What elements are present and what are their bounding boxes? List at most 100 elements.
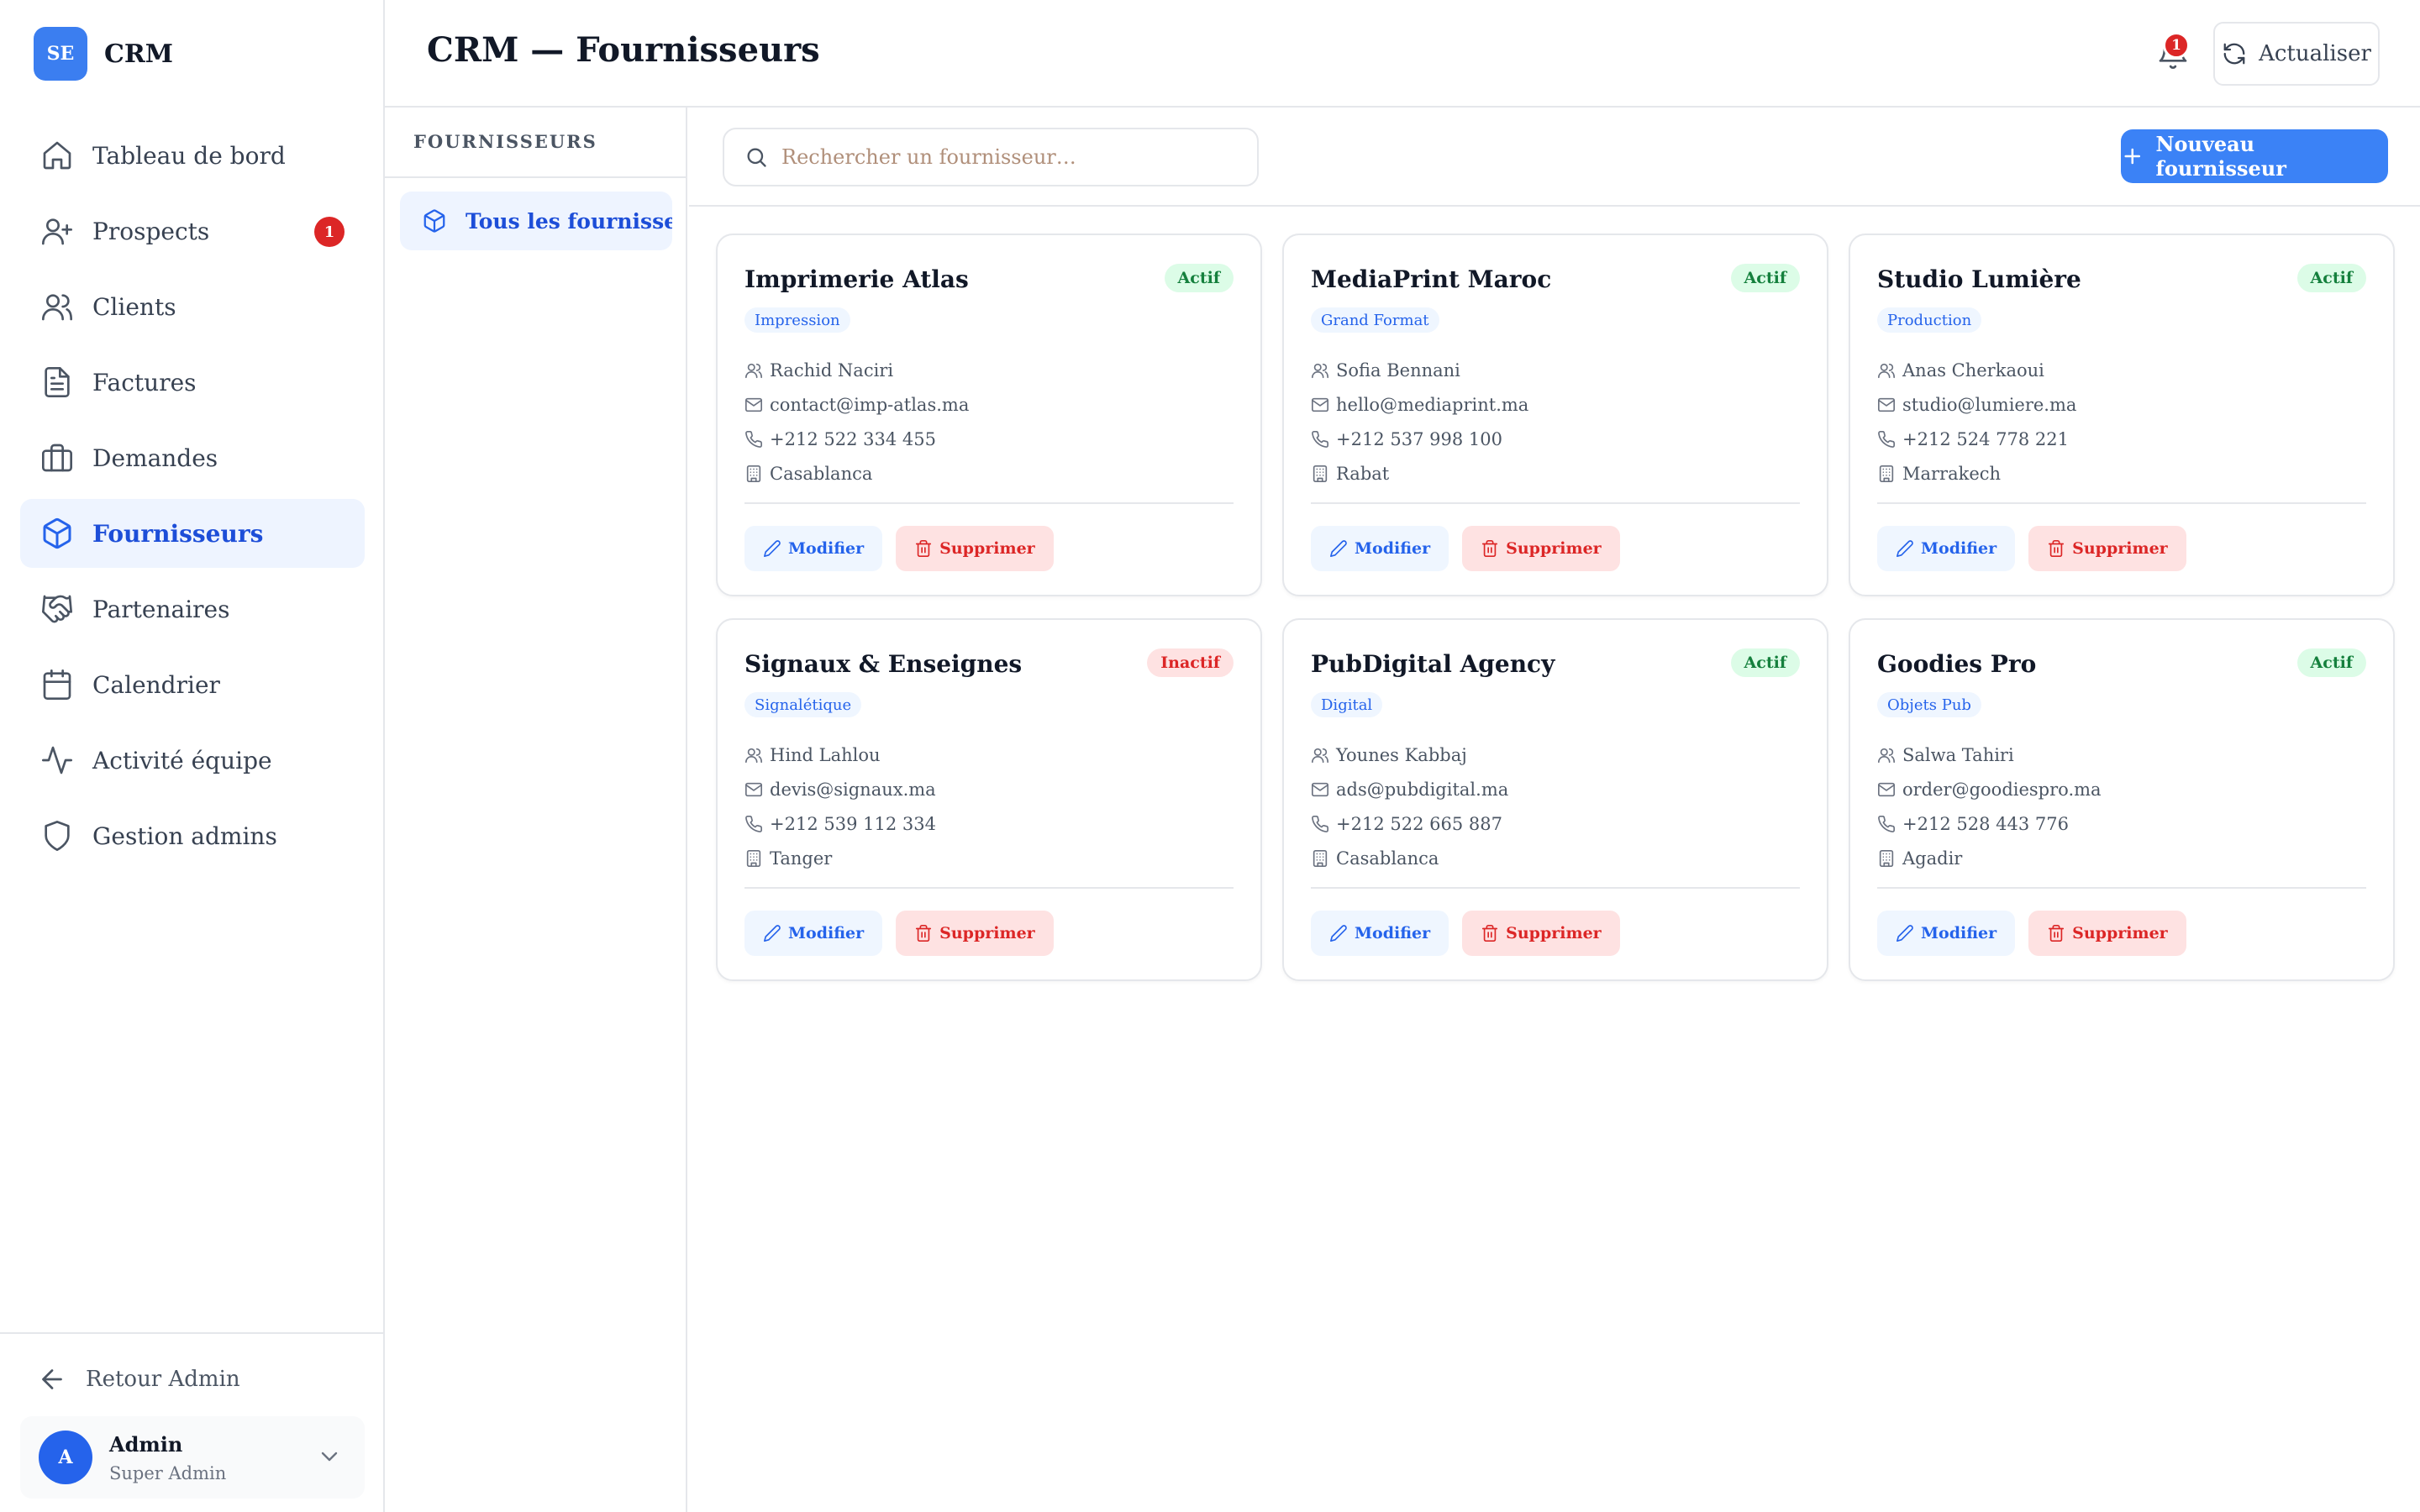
city-row: Tanger xyxy=(744,841,936,875)
delete-label: Supprimer xyxy=(2072,924,2168,942)
phone-value: +212 528 443 776 xyxy=(1902,813,2069,834)
edit-label: Modifier xyxy=(1355,924,1431,942)
sidebar-item-fournisseurs[interactable]: Fournisseurs xyxy=(20,499,365,568)
city-row: Marrakech xyxy=(1877,456,2076,491)
mail-icon xyxy=(1878,782,1895,796)
delete-button[interactable]: Supprimer xyxy=(2028,526,2186,571)
phone-row: +212 522 665 887 xyxy=(1311,806,1508,841)
phone-value: +212 522 665 887 xyxy=(1336,813,1502,834)
delete-label: Supprimer xyxy=(1506,539,1602,558)
contact-row: Anas Cherkaoui xyxy=(1877,353,2076,387)
edit-button[interactable]: Modifier xyxy=(1877,526,2016,571)
edit-button[interactable]: Modifier xyxy=(1311,911,1449,956)
sidebar-item-prospects[interactable]: Prospects 1 xyxy=(20,197,365,265)
supplier-info: Younes Kabbaj ads@pubdigital.ma +212 522… xyxy=(1311,738,1508,875)
phone-value: +212 539 112 334 xyxy=(770,813,936,834)
sidebar-item-clients[interactable]: Clients xyxy=(20,272,365,341)
new-supplier-button[interactable]: Nouveau fournisseur xyxy=(2121,129,2388,183)
category-tag: Grand Format xyxy=(1311,307,1439,333)
card-divider xyxy=(1877,502,2366,504)
new-supplier-label: Nouveau fournisseur xyxy=(2155,132,2286,181)
category-tag: Impression xyxy=(744,307,850,333)
supplier-info: Rachid Naciri contact@imp-atlas.ma +212 … xyxy=(744,353,969,491)
package-icon xyxy=(424,209,445,233)
contact-row: Salwa Tahiri xyxy=(1877,738,2102,772)
edit-button[interactable]: Modifier xyxy=(1311,526,1449,571)
delete-button[interactable]: Supprimer xyxy=(896,526,1054,571)
pencil-icon xyxy=(1330,540,1347,557)
delete-label: Supprimer xyxy=(939,924,1035,942)
city-value: Agadir xyxy=(1902,848,1963,869)
briefcase-icon xyxy=(40,441,74,475)
phone-value: +212 524 778 221 xyxy=(1902,428,2069,449)
main-toolbar: Nouveau fournisseur xyxy=(689,108,2420,207)
card-actions: Modifier Supprimer xyxy=(744,526,1054,571)
refresh-button[interactable]: Actualiser xyxy=(2213,22,2380,86)
sidebar-item-activite-equipe[interactable]: Activité équipe xyxy=(20,726,365,795)
email-value: devis@signaux.ma xyxy=(770,779,936,800)
edit-label: Modifier xyxy=(788,924,865,942)
sidebar-item-gestion-admins[interactable]: Gestion admins xyxy=(20,801,365,870)
delete-label: Supprimer xyxy=(939,539,1035,558)
phone-value: +212 537 998 100 xyxy=(1336,428,1502,449)
supplier-card: MediaPrint Maroc Actif Grand Format Sofi… xyxy=(1282,234,1828,596)
sidebar-item-tableau-de-bord[interactable]: Tableau de bord xyxy=(20,121,365,190)
status-badge: Actif xyxy=(2296,648,2366,677)
phone-row: +212 537 998 100 xyxy=(1311,422,1528,456)
email-value: order@goodiespro.ma xyxy=(1902,779,2102,800)
pencil-icon xyxy=(764,540,781,557)
sidebar-item-factures[interactable]: Factures xyxy=(20,348,365,417)
card-actions: Modifier Supprimer xyxy=(1877,526,2186,571)
city-value: Tanger xyxy=(770,848,833,869)
phone-value: +212 522 334 455 xyxy=(770,428,936,449)
contact-name: Hind Lahlou xyxy=(770,744,881,765)
supplier-name: Signaux & Enseignes xyxy=(744,650,1023,678)
card-divider xyxy=(744,887,1234,889)
brand[interactable]: SE CRM xyxy=(34,27,173,81)
edit-button[interactable]: Modifier xyxy=(1877,911,2016,956)
category-label: Tous les fournisse… xyxy=(466,208,672,234)
delete-button[interactable]: Supprimer xyxy=(2028,911,2186,956)
contact-row: Hind Lahlou xyxy=(744,738,936,772)
delete-button[interactable]: Supprimer xyxy=(1462,911,1620,956)
delete-button[interactable]: Supprimer xyxy=(896,911,1054,956)
user-menu[interactable]: A Admin Super Admin xyxy=(20,1416,365,1499)
phone-row: +212 524 778 221 xyxy=(1877,422,2076,456)
edit-label: Modifier xyxy=(788,539,865,558)
contact-row: Rachid Naciri xyxy=(744,353,969,387)
edit-button[interactable]: Modifier xyxy=(744,911,883,956)
search-input[interactable] xyxy=(781,145,1252,169)
search-box[interactable] xyxy=(723,128,1259,186)
supplier-info: Anas Cherkaoui studio@lumiere.ma +212 52… xyxy=(1877,353,2076,491)
delete-button[interactable]: Supprimer xyxy=(1462,526,1620,571)
search-icon xyxy=(747,148,766,167)
email-value: studio@lumiere.ma xyxy=(1902,394,2077,415)
sidebar-item-calendrier[interactable]: Calendrier xyxy=(20,650,365,719)
sidebar-item-partenaires[interactable]: Partenaires xyxy=(20,575,365,643)
sidebar-item-label: Prospects xyxy=(92,217,210,245)
edit-button[interactable]: Modifier xyxy=(744,526,883,571)
supplier-card: Studio Lumière Actif Production Anas Che… xyxy=(1849,234,2395,596)
city-value: Rabat xyxy=(1336,463,1390,484)
refresh-label: Actualiser xyxy=(2259,41,2371,66)
card-divider xyxy=(1311,887,1800,889)
supplier-info: Hind Lahlou devis@signaux.ma +212 539 11… xyxy=(744,738,936,875)
calendar-icon xyxy=(40,668,74,701)
back-admin-link[interactable]: Retour Admin xyxy=(37,1364,240,1394)
delete-label: Supprimer xyxy=(2072,539,2168,558)
plus-icon xyxy=(2124,148,2141,165)
supplier-name: Imprimerie Atlas xyxy=(744,265,969,293)
trash-icon xyxy=(1482,540,1498,557)
trash-icon xyxy=(916,540,932,557)
phone-icon xyxy=(745,815,762,832)
category-item-all[interactable]: Tous les fournisse… xyxy=(400,192,672,250)
status-badge: Actif xyxy=(1730,648,1800,677)
sidebar-nav: Tableau de bord Prospects 1 Clients Fact… xyxy=(20,121,365,877)
sidebar-item-demandes[interactable]: Demandes xyxy=(20,423,365,492)
sidebar-item-label: Activité équipe xyxy=(92,746,272,774)
trash-icon xyxy=(2049,540,2065,557)
back-admin-label: Retour Admin xyxy=(86,1367,240,1392)
trash-icon xyxy=(1482,925,1498,942)
city-row: Casablanca xyxy=(744,456,969,491)
category-tag: Production xyxy=(1877,307,1982,333)
